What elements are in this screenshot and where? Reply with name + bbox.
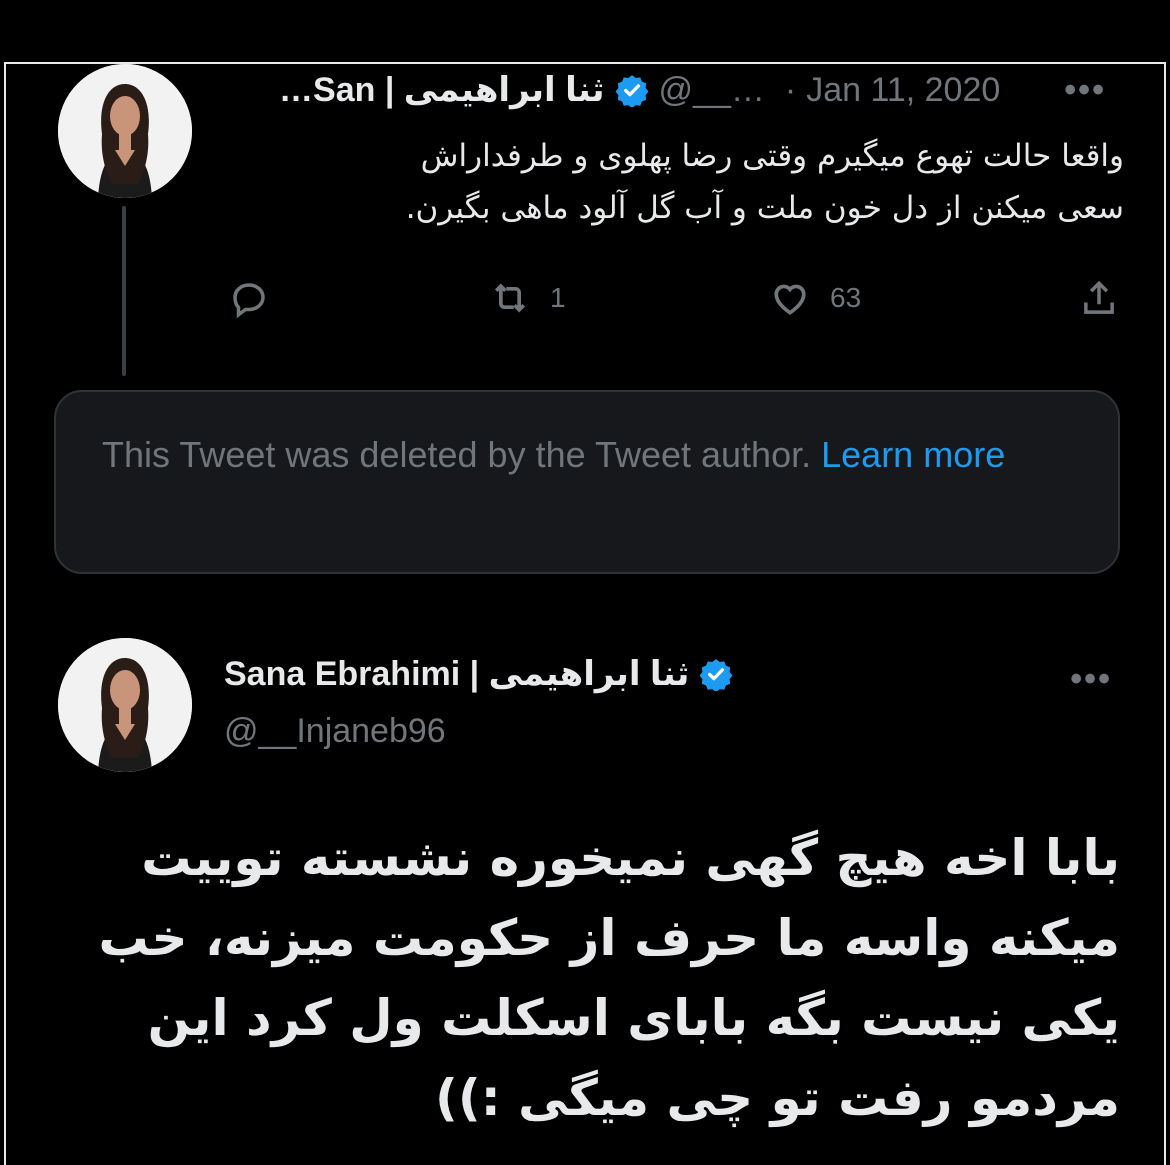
tweet2-header: Sana Ebrahimi | ثنا ابراهیمی	[224, 654, 743, 694]
avatar-tweet2[interactable]	[58, 638, 192, 772]
tweet2-text-line: میکنه واسه ما حرف از حکومت میزنه، خب	[98, 909, 1120, 967]
more-icon[interactable]: •••	[1064, 71, 1106, 110]
learn-more-link[interactable]: Learn more	[821, 434, 1005, 475]
retweet-count: 1	[550, 282, 566, 313]
tweet2-display-name[interactable]: Sana Ebrahimi | ثنا ابراهیمی	[224, 654, 689, 694]
share-icon[interactable]	[1078, 278, 1120, 320]
tweet2-text: بابا اخه هیچ گهی نمیخوره نشسته توییت میک…	[46, 818, 1120, 1138]
like-count: 63	[830, 282, 862, 313]
tweet1-header: ثنا ابراهیمی | San… @__… · Jan 11, 2020 …	[206, 70, 1106, 110]
retweet-icon	[494, 283, 526, 313]
avatar-portrait-icon	[58, 638, 192, 772]
retweet-button[interactable]: 1	[488, 276, 566, 320]
tweet2-text-line: یکی نیست بگه بابای اسکلت ول کرد این	[147, 989, 1120, 1047]
verified-badge-icon	[699, 659, 733, 691]
avatar-portrait-icon	[58, 64, 192, 198]
tweet1-date[interactable]: Jan 11, 2020	[806, 71, 1000, 110]
deleted-notice-text-block: This Tweet was deleted by the Tweet auth…	[102, 426, 1078, 484]
tweet1-actions: 1 63	[228, 274, 1118, 324]
avatar-tweet1[interactable]	[58, 64, 192, 198]
tweet1-text: واقعا حالت تهوع میگیرم وقتی رضا پهلوی و …	[216, 130, 1124, 234]
tweet1-handle[interactable]: @__…	[659, 71, 765, 110]
more-icon[interactable]: •••	[1070, 660, 1112, 699]
tweet-frame: ثنا ابراهیمی | San… @__… · Jan 11, 2020 …	[4, 62, 1166, 1165]
deleted-notice-text: This Tweet was deleted by the Tweet auth…	[102, 434, 812, 475]
tweet1-text-line: واقعا حالت تهوع میگیرم وقتی رضا پهلوی و …	[420, 138, 1124, 174]
verified-badge-icon	[615, 75, 648, 107]
tweet1-display-name[interactable]: ثنا ابراهیمی | San…	[279, 70, 605, 110]
like-icon	[774, 284, 806, 315]
thread-connector	[122, 206, 126, 376]
tweet1-separator: ·	[784, 70, 797, 109]
tweet2-text-line: بابا اخه هیچ گهی نمیخوره نشسته توییت	[141, 829, 1120, 887]
tweet2-text-line: مردمو رفت تو چی میگی :))	[435, 1069, 1120, 1127]
tweet1-text-line: سعی میکنن از دل خون ملت و آب گل آلود ماه…	[405, 190, 1124, 226]
reply-icon[interactable]	[228, 278, 270, 320]
tweet2-handle[interactable]: @__Injaneb96	[224, 712, 446, 751]
deleted-tweet-notice: This Tweet was deleted by the Tweet auth…	[54, 390, 1120, 574]
like-button[interactable]: 63	[768, 276, 861, 320]
